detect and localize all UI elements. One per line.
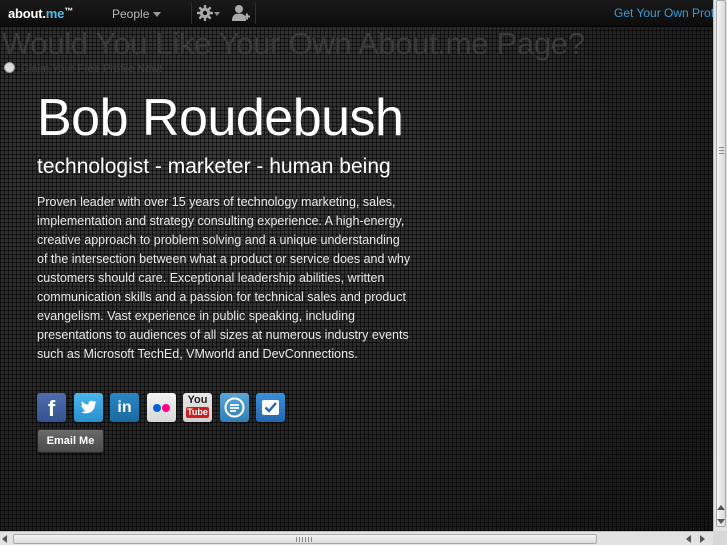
bio-line: such as Microsoft TechEd, VMworld and De…	[37, 347, 358, 361]
scrollbar-grip-icon	[296, 537, 312, 542]
gear-icon[interactable]	[197, 4, 223, 22]
logo-text: about.	[8, 6, 46, 21]
scroll-up-arrow-icon[interactable]	[717, 505, 725, 510]
claim-profile-option[interactable]: Claim Your Free Profile Now!	[4, 62, 162, 75]
bio-line: of the intersection between what a produ…	[37, 252, 411, 266]
linkedin-glyph: in	[117, 399, 132, 416]
toolbar-divider	[255, 2, 256, 24]
vertical-scrollbar-thumb[interactable]	[716, 0, 726, 527]
get-your-own-profile-link[interactable]: Get Your Own Profile	[614, 6, 713, 20]
flickr-blue-dot	[153, 404, 161, 412]
profile-page: about.me™ People Get Your Own Prof Would…	[0, 0, 713, 531]
bio-line: communication skills and a passion for t…	[37, 290, 406, 304]
scroll-left-arrow-icon[interactable]	[686, 535, 691, 543]
bio-line: evangelism. Vast experience in public sp…	[37, 309, 356, 323]
linkedin-icon[interactable]: in	[110, 393, 139, 422]
horizontal-scrollbar[interactable]	[0, 531, 713, 545]
email-me-button[interactable]: Email Me	[37, 429, 104, 453]
facebook-glyph: f	[47, 396, 56, 421]
people-menu[interactable]: People	[112, 7, 162, 21]
top-navigation-bar: about.me™ People Get Your Own Prof	[0, 0, 713, 27]
bio-line: customers should care. Exceptional leade…	[37, 271, 385, 285]
expensify-glyph	[224, 397, 245, 418]
claim-radio-button[interactable]	[4, 62, 15, 73]
flickr-pink-dot	[162, 404, 170, 412]
expensify-icon[interactable]	[220, 393, 249, 422]
scrollbar-corner	[713, 531, 727, 545]
signup-banner-title: Would You Like Your Own About.me Page?	[2, 26, 585, 61]
logo-accent: me	[45, 6, 65, 21]
twitter-icon[interactable]	[74, 393, 103, 422]
chevron-down-icon	[153, 12, 162, 18]
profile-headline: technologist - marketer - human being	[37, 155, 391, 178]
vertical-scrollbar[interactable]	[713, 0, 727, 531]
profile-name: Bob Roudebush	[37, 89, 404, 147]
horizontal-scrollbar-thumb[interactable]	[13, 534, 597, 544]
people-menu-label: People	[112, 7, 150, 21]
foursquare-icon[interactable]	[256, 393, 285, 422]
toolbar-divider	[191, 2, 192, 24]
scrollbar-grip-icon	[719, 147, 724, 156]
bio-line: implementation and strategy consulting e…	[37, 214, 405, 228]
youtube-glyph-top: You	[187, 394, 208, 406]
add-user-icon[interactable]	[231, 4, 251, 22]
scroll-right-arrow-icon[interactable]	[700, 535, 705, 543]
youtube-glyph-bottom: Tube	[186, 407, 209, 418]
claim-profile-label: Claim Your Free Profile Now!	[21, 63, 163, 75]
facebook-icon[interactable]: f	[37, 393, 66, 422]
flickr-icon[interactable]	[147, 393, 176, 422]
logo-trademark: ™	[64, 6, 73, 16]
bio-line: creative approach to problem solving and…	[37, 233, 400, 247]
profile-bio: Proven leader with over 15 years of tech…	[37, 193, 437, 364]
foursquare-glyph	[262, 400, 279, 415]
bio-line: Proven leader with over 15 years of tech…	[37, 195, 396, 209]
twitter-bird-glyph	[81, 400, 97, 414]
youtube-icon[interactable]: You Tube	[183, 393, 212, 422]
scroll-left-arrow-icon[interactable]	[2, 535, 7, 543]
scroll-down-arrow-icon[interactable]	[717, 519, 725, 524]
bio-line: presentations to audiences of all sizes …	[37, 328, 409, 342]
aboutme-logo[interactable]: about.me™	[8, 6, 73, 21]
